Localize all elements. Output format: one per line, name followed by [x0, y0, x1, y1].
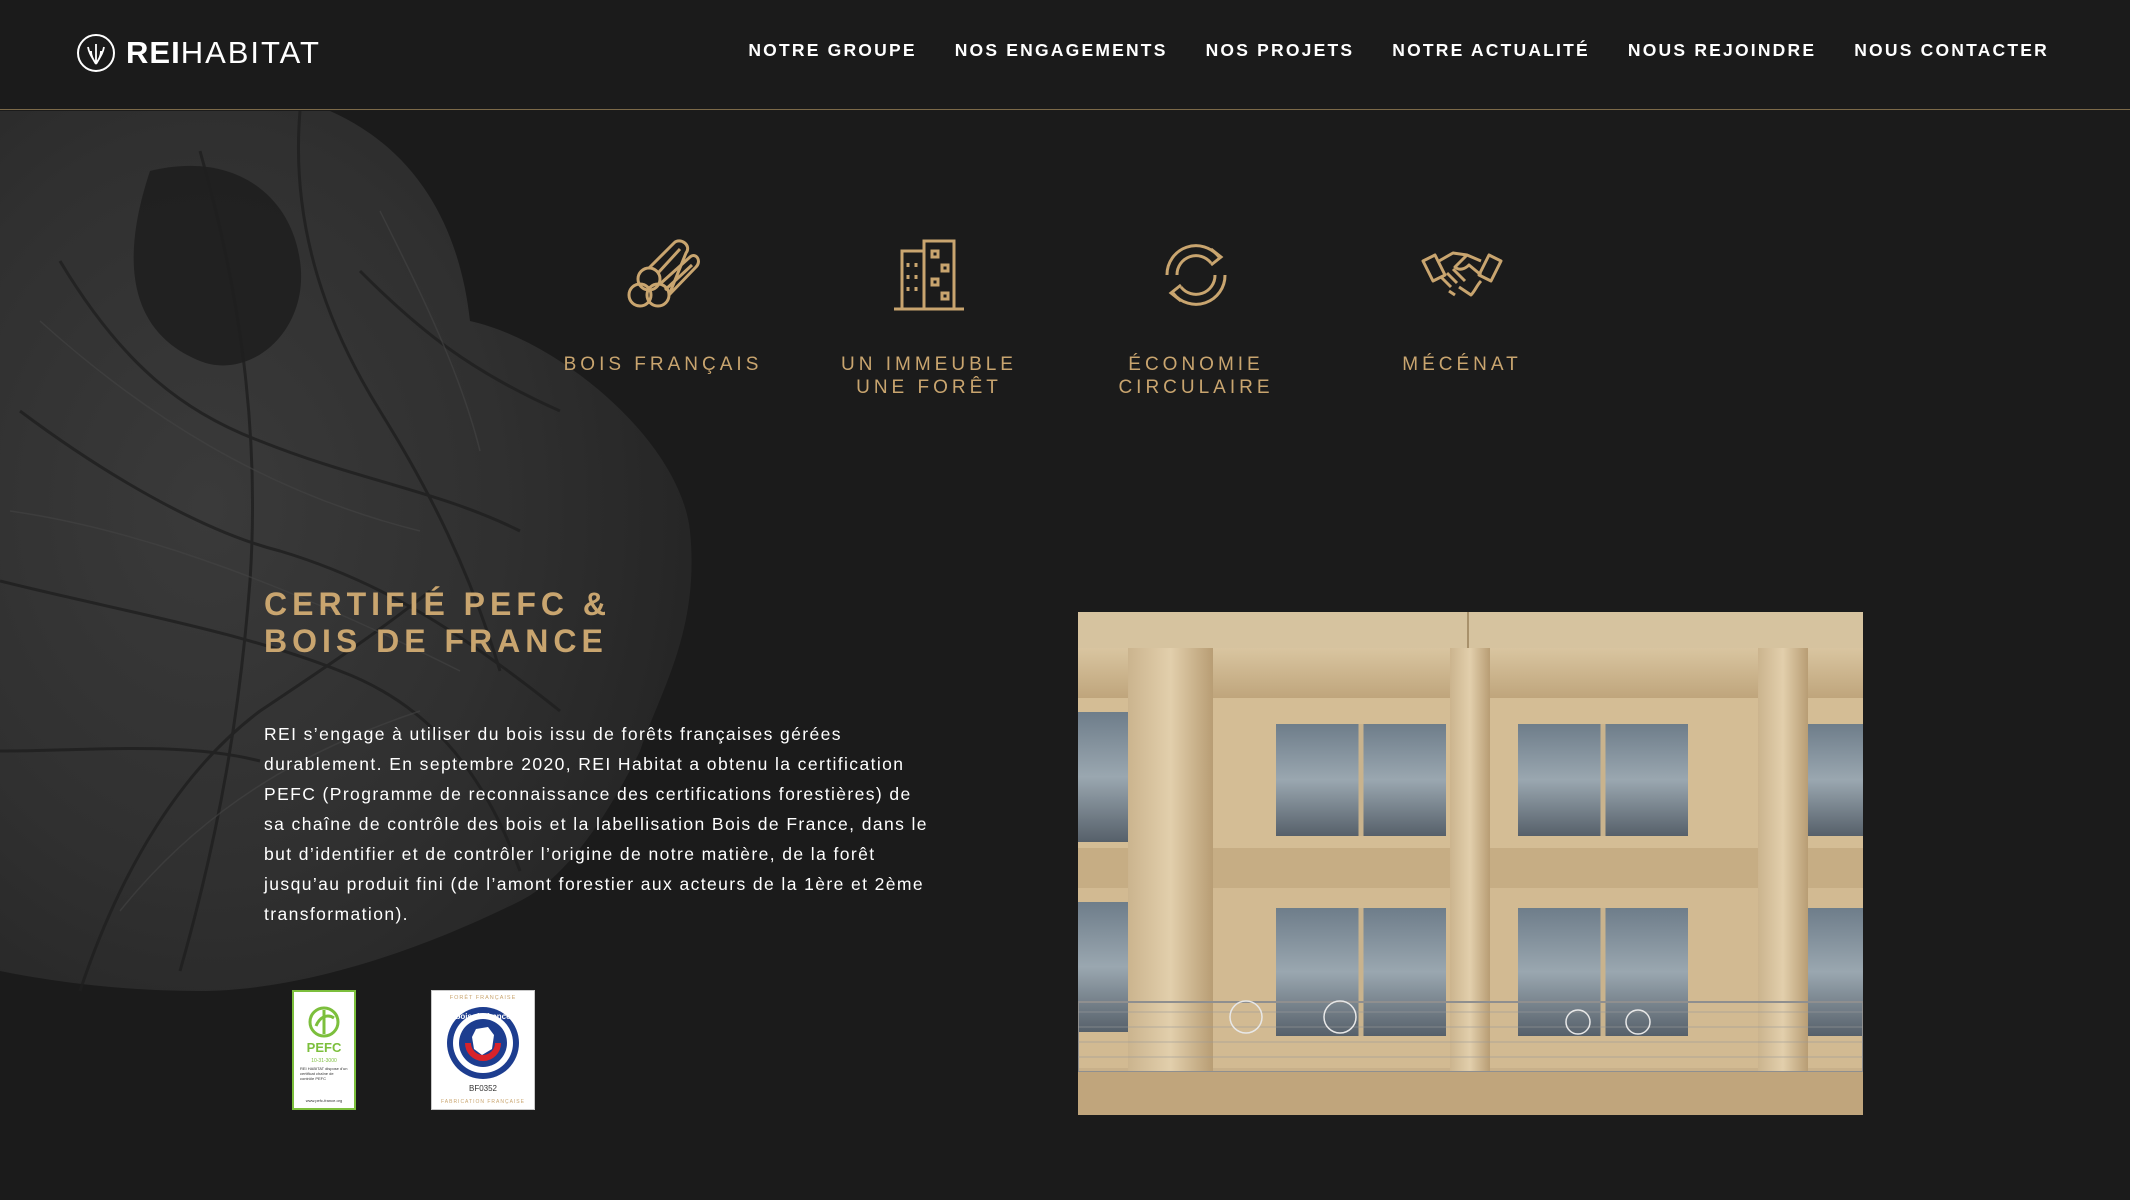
site-header: REIHABITAT NOTRE GROUPE NOS ENGAGEMENTS … — [0, 0, 2130, 110]
pefc-logo-icon: PEFC 10-31-3000 REI HABITAT dispose d'un… — [300, 1006, 348, 1103]
feature-label: UN IMMEUBLE UNE FORÊT — [841, 354, 1017, 398]
pefc-note: REI HABITAT dispose d'un certificat chaî… — [300, 1066, 348, 1081]
pefc-url: www.pefc-france.org — [306, 1098, 342, 1103]
nav-nous-rejoindre[interactable]: NOUS REJOINDRE — [1628, 40, 1816, 61]
bois-de-france-logo-icon: FORÊT FRANÇAISE bois-de-france BF0352 FA… — [441, 993, 525, 1105]
logo-text: REIHABITAT — [126, 33, 321, 73]
feature-label: BOIS FRANÇAIS — [563, 354, 763, 375]
features-row: BOIS FRANÇAIS UN IMMEUBLE UNE FORÊT ÉCON… — [0, 235, 2130, 415]
bois-de-france-badge[interactable]: FORÊT FRANÇAISE bois-de-france BF0352 FA… — [431, 990, 535, 1110]
main-nav: NOTRE GROUPE NOS ENGAGEMENTS NOS PROJETS… — [748, 40, 2049, 61]
feature-economie-circulaire[interactable]: ÉCONOMIE CIRCULAIRE — [1066, 235, 1326, 399]
nav-nous-contacter[interactable]: NOUS CONTACTER — [1854, 40, 2049, 61]
recycle-icon — [1165, 244, 1227, 306]
bdf-bottom: FABRICATION FRANÇAISE — [441, 1099, 525, 1105]
pefc-name: PEFC — [307, 1040, 342, 1055]
building-icon — [894, 239, 964, 311]
nav-notre-groupe[interactable]: NOTRE GROUPE — [748, 40, 916, 61]
feature-immeuble-foret[interactable]: UN IMMEUBLE UNE FORÊT — [799, 235, 1059, 399]
logs-icon — [627, 239, 700, 308]
bdf-top: FORÊT FRANÇAISE — [450, 993, 517, 1001]
logo-text-bold: REI — [126, 35, 181, 70]
feature-bois-francais[interactable]: BOIS FRANÇAIS — [533, 235, 793, 376]
feature-label: MÉCÉNAT — [1402, 354, 1522, 375]
pefc-badge[interactable]: PEFC 10-31-3000 REI HABITAT dispose d'un… — [292, 990, 356, 1110]
pefc-code: 10-31-3000 — [311, 1058, 337, 1064]
logo-leaf-icon — [77, 34, 115, 72]
handshake-icon — [1421, 251, 1503, 297]
nav-notre-actualite[interactable]: NOTRE ACTUALITÉ — [1392, 40, 1590, 61]
building-photo — [1078, 612, 1863, 1115]
nav-nos-projets[interactable]: NOS PROJETS — [1206, 40, 1355, 61]
feature-mecenat[interactable]: MÉCÉNAT — [1332, 235, 1592, 376]
bdf-name: bois-de-france — [455, 1012, 511, 1021]
logo[interactable]: REIHABITAT — [76, 33, 321, 73]
certification-title: CERTIFIÉ PEFC & BOIS DE FRANCE — [264, 586, 612, 659]
nav-nos-engagements[interactable]: NOS ENGAGEMENTS — [955, 40, 1168, 61]
certification-body: REI s’engage à utiliser du bois issu de … — [264, 724, 928, 924]
logo-text-light: HABITAT — [180, 35, 321, 70]
feature-label: ÉCONOMIE CIRCULAIRE — [1118, 354, 1274, 398]
bdf-code: BF0352 — [469, 1084, 498, 1093]
